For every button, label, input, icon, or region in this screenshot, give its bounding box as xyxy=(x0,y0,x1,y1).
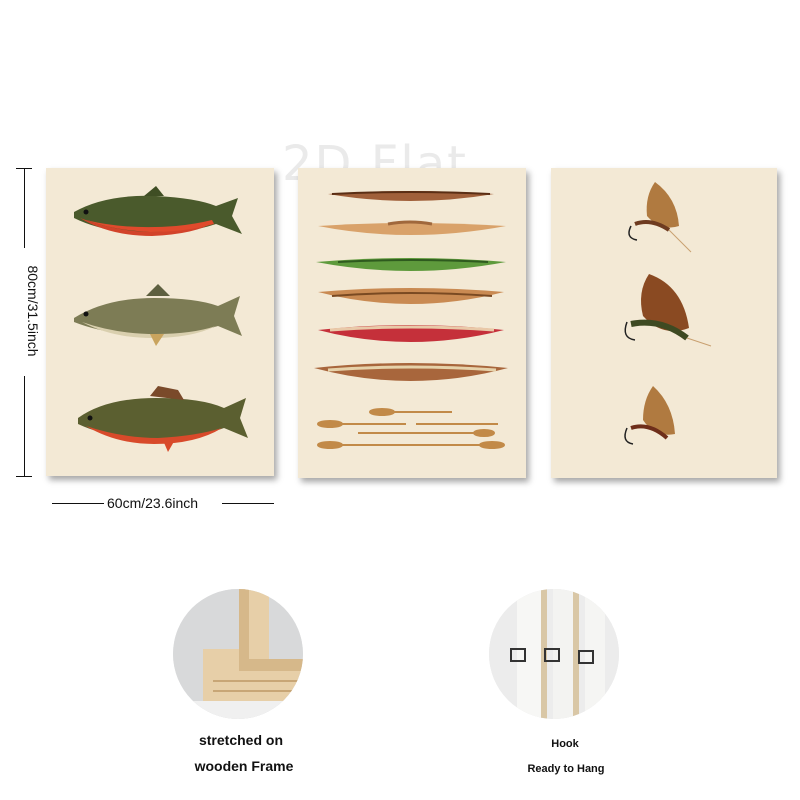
fishing-fly-1-icon xyxy=(628,182,692,253)
width-dimension-line-left xyxy=(52,503,104,504)
canoe-4-icon xyxy=(318,288,504,304)
canoe-6-icon xyxy=(314,363,508,381)
hanging-hook-icon xyxy=(489,589,619,719)
wooden-frame-icon xyxy=(173,589,303,719)
canoe-2-icon xyxy=(318,220,506,235)
fly-canvas-panel xyxy=(551,168,777,478)
width-dimension-label: 60cm/23.6inch xyxy=(107,495,199,511)
width-dimension-line-right xyxy=(222,503,274,504)
fish-illustrations xyxy=(74,186,248,452)
fish-brook-trout-icon xyxy=(78,386,248,452)
canoe-5-icon xyxy=(318,325,504,342)
frame-caption-line-2: wooden Frame xyxy=(194,758,294,774)
fishing-fly-3-icon xyxy=(624,386,675,445)
canoe-3-icon xyxy=(316,258,506,271)
fish-lake-trout-icon xyxy=(74,284,242,346)
height-dimension-tick-top xyxy=(16,168,32,169)
fish-trout-red-icon xyxy=(74,186,242,236)
canoe-canvas-panel xyxy=(298,168,526,478)
frame-caption-line-1: stretched on xyxy=(198,732,283,748)
frame-detail-photo xyxy=(173,589,303,719)
hook-caption-line-2: Ready to Hang xyxy=(527,763,605,775)
height-dimension-tick-bottom xyxy=(16,476,32,477)
fly-illustrations xyxy=(624,182,712,445)
hook-caption-line-1: Hook xyxy=(551,738,579,750)
paddles-icon xyxy=(317,408,505,449)
canoe-illustrations xyxy=(314,191,508,449)
fish-canvas-panel xyxy=(46,168,274,476)
fishing-fly-2-icon xyxy=(624,274,712,347)
hook-detail-photo xyxy=(489,589,619,719)
height-dimension-label: 80cm/31.5inch xyxy=(25,265,41,357)
canoe-1-icon xyxy=(328,191,494,201)
